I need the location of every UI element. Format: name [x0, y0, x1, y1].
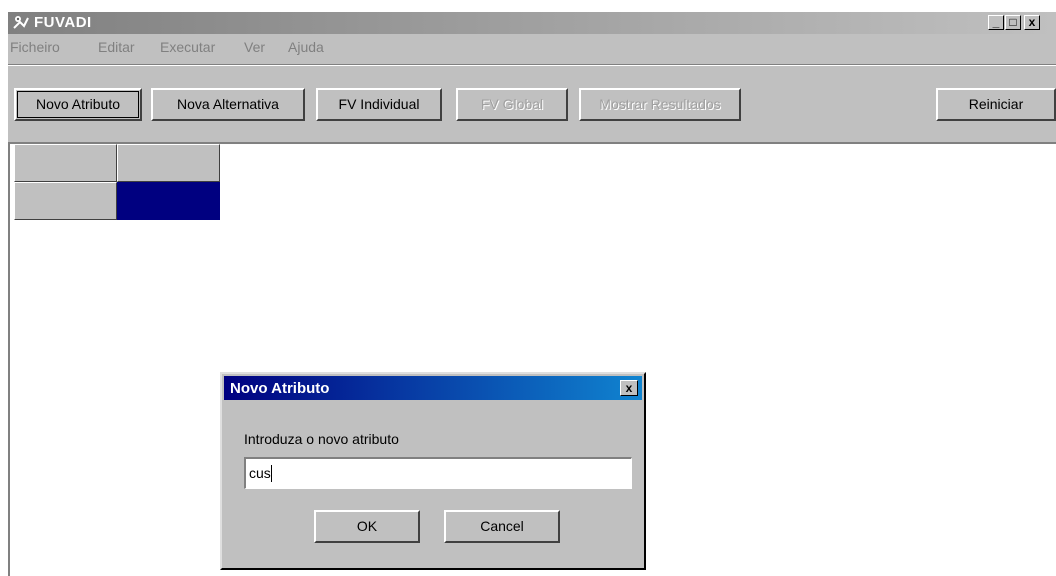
menu-bar: Ficheiro Editar Executar Ver Ajuda: [8, 36, 1056, 58]
nova-alternativa-label: Nova Alternativa: [177, 96, 279, 112]
cancel-label: Cancel: [480, 518, 524, 534]
cancel-button[interactable]: Cancel: [444, 510, 560, 543]
maximize-button[interactable]: □: [1005, 15, 1021, 30]
dialog-prompt: Introduza o novo atributo: [244, 431, 399, 447]
menu-editar[interactable]: Editar: [98, 39, 135, 55]
menu-ficheiro[interactable]: Ficheiro: [10, 39, 60, 55]
grid-cell[interactable]: [14, 144, 117, 182]
novo-atributo-dialog: Novo Atributo x Introduza o novo atribut…: [220, 372, 646, 570]
atributo-input-value: cus: [249, 465, 271, 481]
menu-ver[interactable]: Ver: [244, 39, 265, 55]
minimize-button[interactable]: _: [988, 15, 1004, 30]
fv-global-button[interactable]: FV Global: [456, 88, 568, 121]
nova-alternativa-button[interactable]: Nova Alternativa: [151, 88, 305, 121]
fv-global-label: FV Global: [480, 96, 544, 112]
menu-ajuda[interactable]: Ajuda: [288, 39, 324, 55]
window-title: FUVADI: [34, 14, 92, 31]
dialog-close-button[interactable]: x: [620, 380, 638, 396]
atributo-input[interactable]: cus: [244, 457, 632, 489]
app-icon: [13, 16, 29, 29]
mostrar-resultados-button[interactable]: Mostrar Resultados: [579, 88, 741, 121]
ok-label: OK: [356, 518, 378, 534]
toolbar-divider: [8, 64, 1056, 66]
mostrar-resultados-label: Mostrar Resultados: [599, 96, 721, 112]
fv-individual-button[interactable]: FV Individual: [316, 88, 442, 121]
text-caret: [270, 465, 272, 482]
grid-cell[interactable]: [117, 144, 220, 182]
novo-atributo-button[interactable]: Novo Atributo: [14, 88, 142, 121]
title-bar: FUVADI _ □ x: [8, 12, 1056, 34]
dialog-title: Novo Atributo: [230, 380, 330, 397]
close-button[interactable]: x: [1024, 15, 1040, 30]
dialog-title-bar: Novo Atributo x: [224, 376, 642, 400]
menu-executar[interactable]: Executar: [160, 39, 215, 55]
grid-cell-selected[interactable]: [117, 182, 220, 220]
reiniciar-label: Reiniciar: [968, 96, 1024, 112]
ok-button[interactable]: OK: [314, 510, 420, 543]
grid-cell[interactable]: [14, 182, 117, 220]
reiniciar-button[interactable]: Reiniciar: [936, 88, 1056, 121]
fv-individual-label: FV Individual: [338, 96, 420, 112]
novo-atributo-label: Novo Atributo: [35, 96, 121, 112]
